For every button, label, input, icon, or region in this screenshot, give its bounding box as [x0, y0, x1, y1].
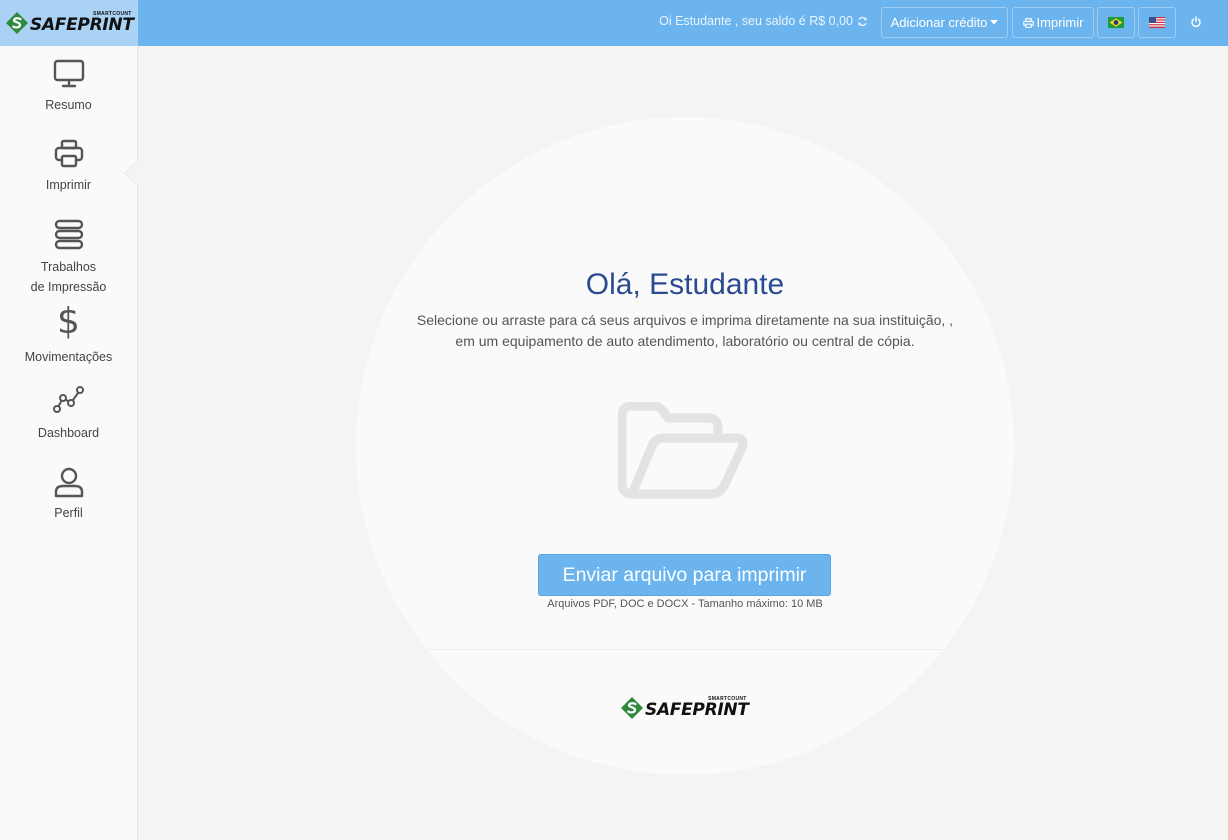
stack-icon — [54, 219, 83, 250]
logout-button[interactable] — [1187, 13, 1205, 31]
sidebar-item-perfil[interactable]: Perfil — [0, 466, 137, 523]
brand-name: SAFEPRINT — [645, 700, 749, 720]
top-bar: SMARTCOUNT SAFEPRINT Oi Estudante , seu … — [0, 0, 1228, 46]
greeting-text: Oi Estudante , seu saldo é R$ 0,00 — [659, 14, 853, 28]
print-button[interactable]: Imprimir — [1012, 7, 1094, 38]
divider — [428, 649, 942, 650]
page-title: Olá, Estudante — [585, 268, 785, 301]
add-credit-button[interactable]: Adicionar crédito — [881, 7, 1008, 38]
safeprint-logo-icon — [6, 12, 28, 34]
safeprint-logo-icon — [621, 697, 643, 719]
language-pt-br-button[interactable] — [1097, 7, 1135, 38]
logo-area[interactable]: SMARTCOUNT SAFEPRINT — [0, 0, 138, 46]
sidebar-item-movimentacoes[interactable]: $ Movimentações — [0, 304, 137, 367]
safeprint-logo: SMARTCOUNT SAFEPRINT — [5, 11, 134, 35]
upload-hint: Arquivos PDF, DOC e DOCX - Tamanho máxim… — [547, 598, 823, 610]
sidebar-item-label: Trabalhos de Impressão — [31, 257, 107, 297]
sidebar-item-imprimir[interactable]: Imprimir — [0, 139, 137, 195]
sidebar-item-label: Movimentações — [24, 350, 113, 364]
sidebar-item-label: Resumo — [45, 98, 92, 112]
monitor-icon — [53, 59, 84, 88]
open-folder-icon — [618, 402, 748, 499]
sidebar-item-label: Perfil — [54, 506, 83, 520]
dollar-icon: $ — [57, 301, 80, 342]
brazil-flag-icon — [1108, 17, 1124, 28]
add-credit-label: Adicionar crédito — [890, 15, 988, 30]
caret-down-icon — [990, 20, 999, 25]
sidebar: Resumo Imprimir Trabalhos de Impressão $… — [0, 46, 138, 840]
brand-name: SAFEPRINT — [30, 15, 134, 35]
sidebar-item-label: Dashboard — [37, 426, 100, 440]
upload-file-button[interactable]: Enviar arquivo para imprimir — [538, 554, 831, 596]
power-icon — [1191, 16, 1201, 28]
balance-greeting: Oi Estudante , seu saldo é R$ 0,00 — [659, 14, 868, 28]
footer-safeprint-logo: SMARTCOUNT SAFEPRINT — [620, 696, 749, 720]
printer-icon — [54, 139, 83, 168]
upload-description: Selecione ou arraste para cá seus arquiv… — [416, 312, 954, 349]
user-icon — [54, 467, 83, 498]
sidebar-item-label: Imprimir — [45, 178, 92, 192]
printer-icon — [1022, 17, 1034, 28]
language-en-us-button[interactable] — [1138, 7, 1176, 38]
sidebar-item-trabalhos[interactable]: Trabalhos de Impressão — [0, 219, 137, 297]
line-chart-icon — [52, 386, 84, 413]
refresh-icon[interactable] — [857, 16, 868, 27]
sidebar-item-label-line2: de Impressão — [30, 280, 107, 294]
sidebar-item-label-line1: Trabalhos — [40, 260, 97, 274]
sidebar-item-dashboard[interactable]: Dashboard — [0, 385, 137, 443]
print-button-label: Imprimir — [1036, 15, 1084, 30]
usa-flag-icon — [1149, 17, 1165, 28]
sidebar-item-resumo[interactable]: Resumo — [0, 59, 137, 115]
